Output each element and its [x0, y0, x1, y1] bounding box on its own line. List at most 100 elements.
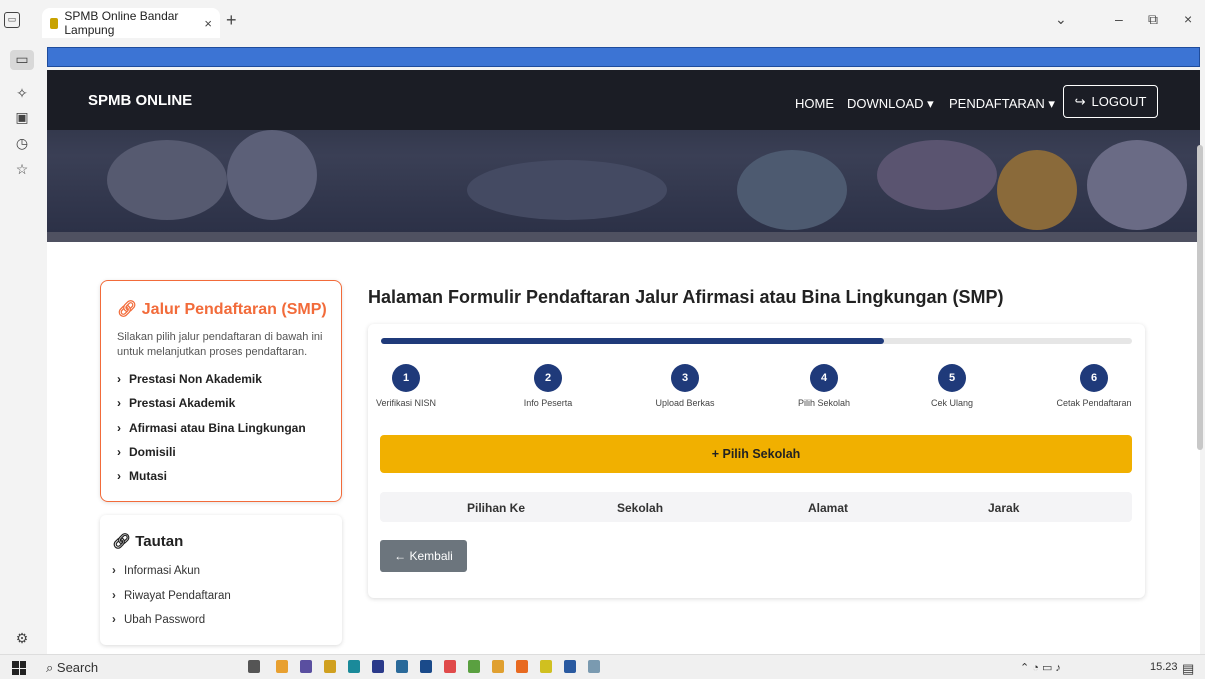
- chrome-icon[interactable]: [492, 660, 504, 673]
- step-circle: 5: [938, 364, 966, 392]
- step-circle: 3: [671, 364, 699, 392]
- hero-strip: [47, 232, 1200, 242]
- step-3: 3 Upload Berkas: [625, 364, 745, 408]
- nav-home[interactable]: HOME: [795, 96, 834, 111]
- hero-decoration: [227, 130, 317, 220]
- jalur-pendaftaran-card: 🔗︎ Jalur Pendaftaran (SMP) Silakan pilih…: [100, 280, 342, 502]
- app-icon[interactable]: [588, 660, 600, 673]
- sparkle-icon[interactable]: ✧: [13, 84, 31, 102]
- hero-decoration: [1087, 140, 1187, 230]
- jalur-description: Silakan pilih jalur pendaftaran di bawah…: [117, 331, 323, 358]
- jalur-link-prestasi-non-akademik[interactable]: › Prestasi Non Akademik: [117, 372, 262, 386]
- sidebar-panel-icon[interactable]: ▭: [10, 50, 34, 70]
- app-icon[interactable]: [300, 660, 312, 673]
- close-window-button[interactable]: ×: [1184, 11, 1192, 27]
- windows-start-icon[interactable]: [12, 661, 26, 675]
- step-label: Pilih Sekolah: [797, 398, 851, 408]
- logout-label: LOGOUT: [1091, 94, 1147, 109]
- step-2: 2 Info Peserta: [488, 364, 608, 408]
- step-4: 4 Pilih Sekolah: [764, 364, 884, 408]
- settings-icon[interactable]: ⚙: [13, 629, 31, 647]
- page-viewport: SPMB ONLINE HOME DOWNLOAD ▾ PENDAFTARAN …: [47, 70, 1200, 654]
- tab-dropdown-icon[interactable]: ⌄: [1055, 11, 1067, 28]
- app-icon[interactable]: [516, 660, 528, 673]
- word-icon[interactable]: [564, 660, 576, 673]
- nav-pendaftaran[interactable]: PENDAFTARAN ▾: [949, 96, 1055, 112]
- taskbar-search[interactable]: ⌕ Search: [46, 660, 98, 676]
- app-icon[interactable]: [540, 660, 552, 673]
- pilih-sekolah-button[interactable]: + Pilih Sekolah: [380, 435, 1132, 473]
- edge-icon[interactable]: [348, 660, 360, 673]
- task-view-icon[interactable]: [248, 660, 260, 673]
- tray-icons[interactable]: ⌃ ◔ ▭ ♪: [1020, 661, 1061, 674]
- browser-titlebar: ▭ SPMB Online Bandar Lampung × + ⌄ – ⧉ ×: [0, 0, 1205, 44]
- logout-button[interactable]: ↪ LOGOUT: [1063, 85, 1158, 118]
- step-circle: 6: [1080, 364, 1108, 392]
- step-circle: 1: [392, 364, 420, 392]
- notification-icon[interactable]: ▤: [1182, 661, 1194, 677]
- tautan-link-riwayat[interactable]: › Riwayat Pendaftaran: [112, 590, 231, 602]
- step-label: Upload Berkas: [655, 398, 715, 408]
- step-1: 1 Verifikasi NISN: [346, 364, 466, 408]
- step-label: Info Peserta: [523, 398, 573, 408]
- new-tab-button[interactable]: +: [226, 10, 237, 31]
- minimize-button[interactable]: –: [1115, 11, 1123, 27]
- step-5: 5 Cek Ulang: [892, 364, 1012, 408]
- tautan-link-informasi-akun[interactable]: › Informasi Akun: [112, 565, 200, 577]
- app-icon[interactable]: [420, 660, 432, 673]
- restore-button[interactable]: ⧉: [1148, 11, 1158, 28]
- browser-tab[interactable]: SPMB Online Bandar Lampung ×: [42, 8, 220, 38]
- chevron-right-icon: ›: [117, 421, 121, 435]
- chevron-right-icon: ›: [112, 565, 116, 577]
- tautan-link-ubah-password[interactable]: › Ubah Password: [112, 614, 205, 626]
- column-header-jarak: Jarak: [988, 501, 1020, 515]
- hero-decoration: [737, 150, 847, 230]
- app-icon[interactable]: [276, 660, 288, 673]
- jalur-link-mutasi[interactable]: › Mutasi: [117, 469, 167, 483]
- chevron-right-icon: ›: [117, 372, 121, 386]
- windows-taskbar: ⌕ Search ⌃ ◔ ▭ ♪ 15.23 ▤: [0, 654, 1205, 679]
- tautan-title-text: Tautan: [135, 533, 184, 550]
- tab-close-icon[interactable]: ×: [204, 16, 212, 31]
- tautan-title: 🔗︎ Tautan: [112, 532, 183, 550]
- step-label: Cetak Pendaftaran: [1056, 398, 1132, 408]
- step-label: Verifikasi NISN: [375, 398, 437, 408]
- jalur-link-afirmasi[interactable]: › Afirmasi atau Bina Lingkungan: [117, 421, 306, 435]
- app-icon[interactable]: [468, 660, 480, 673]
- nav-download[interactable]: DOWNLOAD ▾: [847, 96, 934, 112]
- column-header-sekolah: Sekolah: [617, 501, 664, 515]
- jalur-title-text: Jalur Pendaftaran (SMP): [141, 301, 327, 318]
- kembali-button[interactable]: ← Kembali: [380, 540, 467, 572]
- link-icon: 🔗︎: [117, 301, 138, 318]
- chevron-right-icon: ›: [117, 469, 121, 483]
- step-circle: 2: [534, 364, 562, 392]
- jalur-link-prestasi-akademik[interactable]: › Prestasi Akademik: [117, 396, 235, 410]
- brand-logo[interactable]: SPMB ONLINE: [88, 92, 192, 109]
- hero-decoration: [877, 140, 997, 210]
- jalur-link-domisili[interactable]: › Domisili: [117, 445, 176, 459]
- app-icon[interactable]: [372, 660, 384, 673]
- link-icon: 🔗︎: [112, 533, 132, 550]
- logout-icon: ↪: [1074, 93, 1086, 109]
- favorites-icon[interactable]: ☆: [13, 160, 31, 178]
- scrollbar-thumb[interactable]: [1197, 145, 1203, 450]
- clock[interactable]: 15.23: [1150, 661, 1178, 673]
- hero-decoration: [997, 150, 1077, 230]
- tab-title: SPMB Online Bandar Lampung: [64, 9, 179, 37]
- chevron-right-icon: ›: [117, 445, 121, 459]
- form-card: 1 Verifikasi NISN 2 Info Peserta 3 Uploa…: [368, 324, 1145, 598]
- tautan-card: 🔗︎ Tautan › Informasi Akun › Riwayat Penda…: [100, 515, 342, 645]
- column-header-pilihan: Pilihan Ke: [467, 501, 526, 515]
- app-icon[interactable]: [444, 660, 456, 673]
- collections-icon[interactable]: ▣: [13, 108, 31, 126]
- app-icon[interactable]: [396, 660, 408, 673]
- app-icon[interactable]: [324, 660, 336, 673]
- chevron-right-icon: ›: [117, 396, 121, 410]
- tab-actions-icon[interactable]: ▭: [4, 12, 20, 28]
- favicon-icon: [50, 17, 59, 29]
- history-icon[interactable]: ◷: [13, 134, 31, 152]
- page-title: Halaman Formulir Pendaftaran Jalur Afirm…: [368, 287, 1004, 307]
- step-label: Cek Ulang: [930, 398, 974, 408]
- column-header-alamat: Alamat: [808, 501, 849, 515]
- address-bar[interactable]: [47, 47, 1200, 67]
